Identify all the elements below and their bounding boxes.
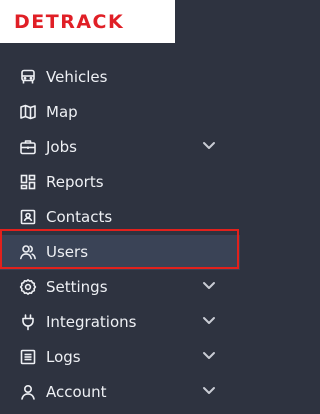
sidebar-item-label: Vehicles	[46, 68, 108, 86]
sidebar-item-label: Account	[46, 383, 107, 401]
sidebar-nav: Vehicles Map Jobs Reports Contacts Users…	[0, 60, 240, 410]
user-icon	[19, 383, 37, 401]
chevron-down-icon[interactable]	[201, 140, 217, 152]
sidebar-item-logs[interactable]: Logs	[0, 340, 240, 375]
sidebar-item-label: Integrations	[46, 313, 137, 331]
sidebar-item-label: Users	[46, 243, 89, 261]
briefcase-icon	[19, 138, 37, 156]
map-icon	[19, 103, 37, 121]
sidebar-item-label: Settings	[46, 278, 108, 296]
sidebar-item-jobs[interactable]: Jobs	[0, 130, 240, 165]
gear-icon	[19, 278, 37, 296]
brand-logo: DETRACK	[14, 11, 125, 33]
sidebar-item-map[interactable]: Map	[0, 95, 240, 130]
sidebar-item-vehicles[interactable]: Vehicles	[0, 60, 240, 95]
plug-icon	[19, 313, 37, 331]
chevron-down-icon[interactable]	[201, 350, 217, 362]
sidebar-item-reports[interactable]: Reports	[0, 165, 240, 200]
truck-icon	[19, 68, 37, 86]
sidebar-item-label: Reports	[46, 173, 104, 191]
sidebar-item-users[interactable]: Users	[0, 235, 240, 270]
sidebar-item-settings[interactable]: Settings	[0, 270, 240, 305]
sidebar-item-account[interactable]: Account	[0, 375, 240, 410]
sidebar-item-label: Contacts	[46, 208, 113, 226]
logo-bar: DETRACK	[0, 0, 240, 43]
sidebar-item-label: Logs	[46, 348, 81, 366]
logo-container[interactable]: DETRACK	[0, 0, 175, 43]
users-icon	[19, 243, 37, 261]
sidebar-item-label: Map	[46, 103, 78, 121]
contact-card-icon	[19, 208, 37, 226]
sidebar-item-integrations[interactable]: Integrations	[0, 305, 240, 340]
sidebar-item-label: Jobs	[46, 138, 77, 156]
chevron-down-icon[interactable]	[201, 315, 217, 327]
chevron-down-icon[interactable]	[201, 385, 217, 397]
sidebar-item-contacts[interactable]: Contacts	[0, 200, 240, 235]
dashboard-icon	[19, 173, 37, 191]
chevron-down-icon[interactable]	[201, 280, 217, 292]
list-icon	[19, 348, 37, 366]
